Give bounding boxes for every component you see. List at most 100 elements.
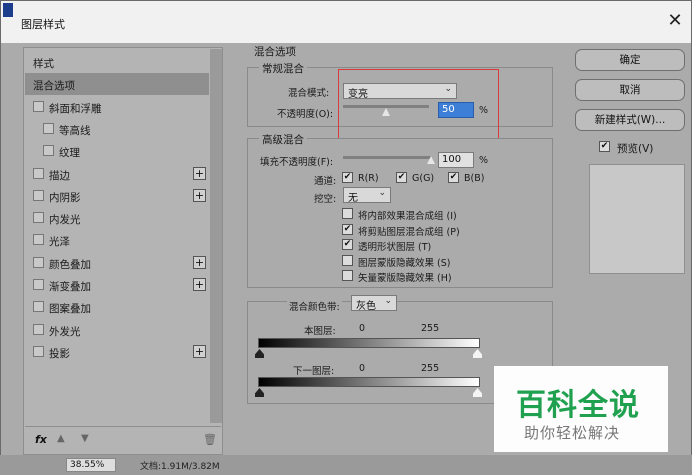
title-bar: 图层样式 ✕: [1, 1, 691, 43]
advanced-blending-title: 高级混合: [259, 132, 307, 147]
advanced-option-label: 将内部效果混合成组 (I): [358, 211, 457, 222]
knockout-select[interactable]: 无 ⌄: [343, 187, 391, 204]
style-list-item[interactable]: 混合选项: [25, 73, 209, 96]
style-list-item[interactable]: 内发光: [25, 207, 209, 229]
chevron-down-icon: ⌄: [378, 188, 386, 198]
advanced-option-label: 将剪贴图层混合成组 (P): [358, 226, 460, 238]
style-list-label: 外发光: [49, 325, 81, 338]
blend-mode-label: 混合模式:: [288, 88, 330, 99]
knockout-value: 无: [348, 193, 358, 204]
channel-r-checkbox[interactable]: [342, 172, 353, 183]
watermark-subtitle: 助你轻松解决: [524, 424, 621, 442]
channels-label: 通道:: [314, 176, 337, 187]
style-list-label: 混合选项: [33, 80, 75, 93]
style-checkbox[interactable]: [33, 212, 44, 224]
style-list-item[interactable]: 内阴影 +: [25, 185, 209, 207]
style-list-item[interactable]: 纹理: [25, 140, 209, 162]
style-list-label: 内阴影: [49, 191, 81, 204]
knockout-label: 挖空:: [314, 194, 337, 205]
style-list-label: 颜色叠加: [49, 258, 91, 271]
add-effect-icon[interactable]: +: [193, 278, 206, 291]
style-list-label: 光泽: [49, 236, 70, 249]
preview-label: 预览(V): [617, 143, 654, 155]
style-list-label: 内发光: [49, 214, 81, 227]
advanced-option-label: 矢量蒙版隐藏效果 (H): [358, 273, 452, 284]
style-checkbox[interactable]: [43, 145, 54, 157]
style-list-item[interactable]: 图案叠加: [25, 296, 209, 318]
arrow-down-icon[interactable]: ▼: [81, 433, 89, 444]
underlying-layer-gradient: [258, 377, 480, 387]
list-scrollbar[interactable]: [210, 49, 222, 423]
dialog-title: 图层样式: [21, 18, 65, 31]
this-layer-gradient: [258, 338, 480, 348]
style-list-item[interactable]: 样式: [25, 51, 209, 73]
advanced-option-label: 图层蒙版隐藏效果 (S): [358, 257, 451, 269]
fill-slider-thumb[interactable]: [427, 156, 435, 164]
watermark-logo: 百科全说 助你轻松解决: [494, 366, 668, 452]
style-list-item[interactable]: 描边 +: [25, 163, 209, 185]
trash-icon[interactable]: 🗑: [203, 433, 217, 446]
style-checkbox[interactable]: [33, 167, 44, 179]
channel-r-label: R(R): [358, 173, 379, 184]
style-list-item[interactable]: 光泽: [25, 229, 209, 251]
this-layer-max: 255: [421, 323, 440, 334]
channel-b-checkbox[interactable]: [448, 172, 459, 183]
advanced-option-checkbox[interactable]: [342, 239, 353, 250]
style-list-item[interactable]: 斜面和浮雕: [25, 96, 209, 118]
blend-if-label: 混合颜色带:: [287, 299, 342, 313]
style-list-label: 斜面和浮雕: [49, 102, 102, 115]
style-checkbox[interactable]: [33, 345, 44, 357]
watermark-title: 百科全说: [516, 388, 640, 423]
add-effect-icon[interactable]: +: [193, 188, 206, 202]
style-checkbox[interactable]: [33, 301, 44, 313]
blend-if-select[interactable]: 灰色 ⌄: [351, 295, 397, 312]
style-list-item[interactable]: 等高线: [25, 118, 209, 140]
fx-button[interactable]: fx: [35, 433, 47, 446]
this-layer-label: 本图层:: [304, 326, 336, 337]
style-list-label: 等高线: [59, 124, 91, 137]
style-list-item[interactable]: 外发光: [25, 319, 209, 341]
advanced-option-checkbox[interactable]: [342, 208, 353, 219]
underlying-layer-min: 0: [359, 363, 366, 374]
fill-unit: %: [479, 155, 489, 166]
advanced-option-checkbox[interactable]: [342, 254, 353, 266]
style-checkbox[interactable]: [33, 256, 44, 268]
style-checkbox[interactable]: [33, 100, 44, 112]
style-checkbox[interactable]: [33, 323, 44, 335]
cancel-button[interactable]: 取消: [575, 79, 685, 101]
advanced-option-checkbox[interactable]: [342, 223, 353, 235]
style-list-label: 纹理: [59, 147, 80, 160]
styles-list-panel: 样式混合选项斜面和浮雕等高线纹理描边 + 内阴影 + 内发光光泽颜色叠加 + 渐变叠加 + 图案…: [23, 47, 223, 455]
advanced-option-label: 透明形状图层 (T): [358, 242, 432, 253]
fill-opacity-label: 填充不透明度(F):: [260, 157, 334, 168]
add-effect-icon[interactable]: +: [193, 166, 206, 180]
style-checkbox[interactable]: [43, 122, 54, 134]
zoom-level[interactable]: 38.55%: [66, 458, 116, 472]
style-list-item[interactable]: 投影 +: [25, 341, 209, 363]
new-style-button[interactable]: 新建样式(W)...: [575, 109, 685, 131]
advanced-option-checkbox[interactable]: [342, 270, 353, 281]
blend-if-value: 灰色: [356, 301, 376, 312]
style-list-item[interactable]: 渐变叠加 +: [25, 274, 209, 296]
add-effect-icon[interactable]: +: [193, 344, 206, 358]
app-icon: [3, 3, 13, 17]
style-checkbox[interactable]: [33, 279, 44, 290]
underlying-layer-label: 下一图层:: [293, 366, 335, 377]
ok-button[interactable]: 确定: [575, 49, 685, 71]
channel-g-checkbox[interactable]: [396, 172, 407, 183]
preview-checkbox[interactable]: [599, 141, 610, 152]
add-effect-icon[interactable]: +: [193, 255, 206, 269]
style-checkbox[interactable]: [33, 234, 44, 246]
document-info: 文档:1.91M/3.82M: [140, 462, 220, 472]
fill-slider-track[interactable]: [343, 156, 431, 159]
style-preview-swatch: [589, 164, 685, 274]
opacity-label: 不透明度(O):: [277, 109, 334, 120]
fill-opacity-input[interactable]: 100: [438, 152, 474, 168]
style-checkbox[interactable]: [33, 189, 44, 201]
arrow-up-icon[interactable]: ▲: [57, 433, 65, 444]
channel-b-label: B(B): [464, 173, 485, 184]
close-icon[interactable]: ✕: [665, 11, 685, 31]
style-list-label: 样式: [33, 58, 54, 70]
style-list-item[interactable]: 颜色叠加 +: [25, 252, 209, 274]
style-list-label: 渐变叠加: [49, 281, 91, 293]
